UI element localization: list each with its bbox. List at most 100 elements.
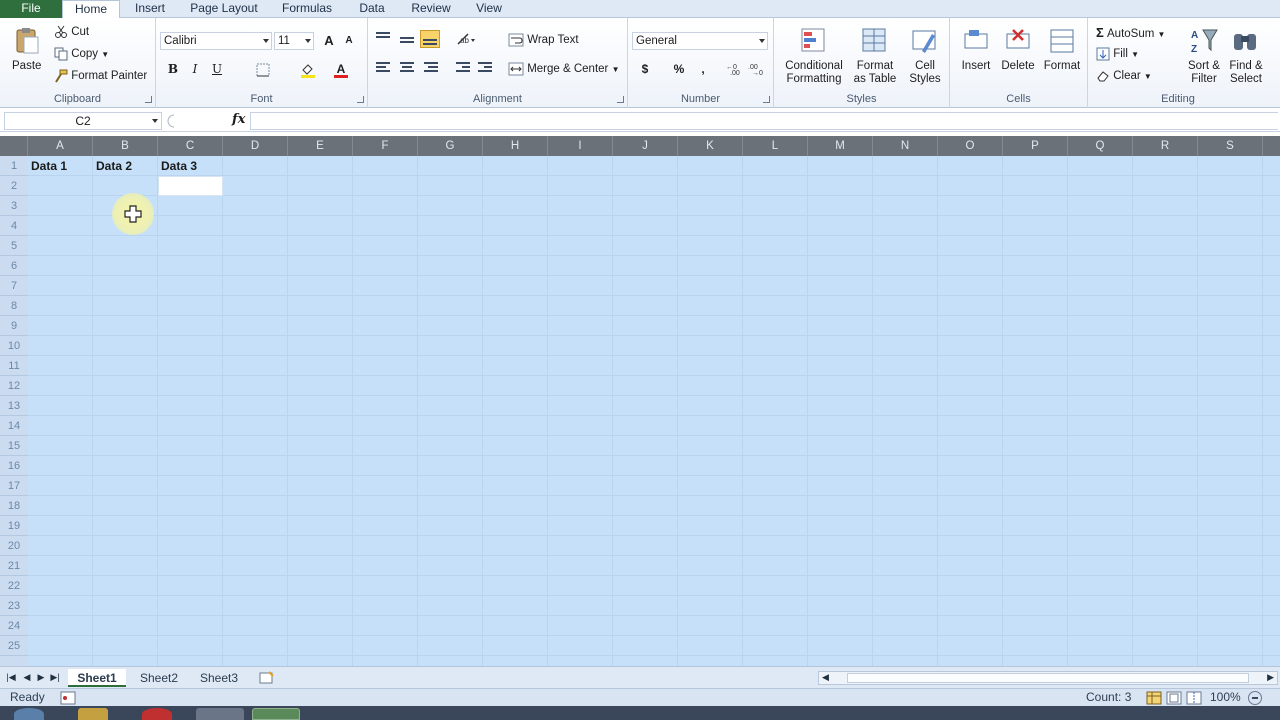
tab-data[interactable]: Data	[348, 0, 396, 18]
column-header-b[interactable]: B	[93, 136, 158, 156]
row-header-15[interactable]: 15	[0, 436, 28, 456]
row-header-6[interactable]: 6	[0, 256, 28, 276]
merge-center-button[interactable]: Merge & Center ▼	[508, 62, 620, 76]
column-header-o[interactable]: O	[938, 136, 1003, 156]
align-right-icon[interactable]	[424, 62, 438, 74]
clipboard-launcher-icon[interactable]	[145, 96, 152, 103]
row-header-10[interactable]: 10	[0, 336, 28, 356]
cell-b1[interactable]: Data 2	[93, 156, 158, 176]
normal-view-icon[interactable]	[1146, 691, 1162, 705]
alignment-launcher-icon[interactable]	[617, 96, 624, 103]
sheet-tab-sheet3[interactable]: Sheet3	[192, 669, 246, 687]
column-header-p[interactable]: P	[1003, 136, 1068, 156]
row-header-11[interactable]: 11	[0, 356, 28, 376]
align-bottom-button[interactable]	[420, 30, 440, 48]
row-header-4[interactable]: 4	[0, 216, 28, 236]
macro-record-icon[interactable]	[60, 691, 76, 705]
column-header-k[interactable]: K	[678, 136, 743, 156]
column-header-l[interactable]: L	[743, 136, 808, 156]
fill-color-icon[interactable]	[300, 62, 316, 78]
clear-button[interactable]: Clear ▼	[1096, 69, 1152, 83]
autosum-button[interactable]: Σ AutoSum ▼	[1096, 25, 1165, 40]
excel-taskbar-icon[interactable]	[252, 708, 300, 720]
column-header-f[interactable]: F	[353, 136, 418, 156]
comma-button[interactable]: ,	[694, 60, 712, 78]
row-header-5[interactable]: 5	[0, 236, 28, 256]
align-left-icon[interactable]	[376, 62, 390, 74]
row-header-7[interactable]: 7	[0, 276, 28, 296]
grow-font-button[interactable]: A	[320, 32, 338, 50]
align-middle-icon[interactable]	[400, 35, 414, 47]
row-header-9[interactable]: 9	[0, 316, 28, 336]
percent-button[interactable]: %	[670, 60, 688, 78]
column-header-h[interactable]: H	[483, 136, 548, 156]
column-header-a[interactable]: A	[28, 136, 93, 156]
row-header-19[interactable]: 19	[0, 516, 28, 536]
cell-styles-button[interactable]: Cell Styles	[902, 24, 948, 90]
insert-sheet-button[interactable]	[254, 669, 280, 687]
row-header-14[interactable]: 14	[0, 416, 28, 436]
zoom-level[interactable]: 100%	[1210, 690, 1241, 704]
cell-a1[interactable]: Data 1	[28, 156, 93, 176]
align-top-icon[interactable]	[376, 32, 390, 44]
format-painter-button[interactable]: Format Painter	[54, 69, 147, 83]
tab-review[interactable]: Review	[404, 0, 458, 18]
scroll-left-icon[interactable]: ◀	[822, 672, 829, 683]
page-layout-view-icon[interactable]	[1166, 691, 1182, 705]
sheet-tab-sheet2[interactable]: Sheet2	[132, 669, 186, 687]
first-sheet-icon[interactable]: |◀	[6, 672, 16, 684]
paste-button[interactable]: Paste	[8, 24, 46, 84]
delete-cells-button[interactable]: Delete	[998, 24, 1038, 90]
zoom-out-icon[interactable]	[1248, 691, 1262, 705]
last-sheet-icon[interactable]: ▶|	[50, 672, 60, 684]
sort-filter-button[interactable]: AZ Sort & Filter	[1184, 24, 1224, 90]
row-header-8[interactable]: 8	[0, 296, 28, 316]
column-header-j[interactable]: J	[613, 136, 678, 156]
copy-button[interactable]: Copy ▼	[54, 47, 109, 61]
column-header-i[interactable]: I	[548, 136, 613, 156]
orientation-icon[interactable]: ab	[456, 32, 478, 46]
italic-button[interactable]: I	[186, 60, 204, 78]
decrease-decimal-icon[interactable]: .00→0	[748, 62, 766, 76]
select-all-corner[interactable]	[0, 136, 28, 156]
explorer-taskbar-icon[interactable]	[78, 708, 108, 720]
row-header-21[interactable]: 21	[0, 556, 28, 576]
format-cells-button[interactable]: Format	[1040, 24, 1084, 90]
currency-button[interactable]: $	[636, 60, 654, 78]
sheet-tab-sheet1[interactable]: Sheet1	[68, 669, 126, 687]
format-as-table-button[interactable]: Format as Table	[850, 24, 900, 90]
column-header-s[interactable]: S	[1198, 136, 1263, 156]
row-header-1[interactable]: 1	[0, 156, 28, 176]
active-cell-c2[interactable]	[158, 176, 223, 196]
horizontal-scrollbar[interactable]: ◀ ▶	[818, 671, 1278, 685]
font-color-button[interactable]: A	[332, 60, 350, 78]
tab-file[interactable]: File	[0, 0, 62, 18]
font-size-dropdown[interactable]: 11	[274, 32, 314, 50]
insert-function-button[interactable]: fx	[232, 112, 248, 127]
row-header-24[interactable]: 24	[0, 616, 28, 636]
cut-button[interactable]: Cut	[54, 25, 89, 39]
browser-taskbar-icon[interactable]	[142, 708, 172, 720]
number-format-dropdown[interactable]: General	[632, 32, 768, 50]
row-header-20[interactable]: 20	[0, 536, 28, 556]
row-header-18[interactable]: 18	[0, 496, 28, 516]
tab-insert[interactable]: Insert	[122, 0, 178, 18]
column-header-c[interactable]: C	[158, 136, 223, 156]
tab-formulas[interactable]: Formulas	[274, 0, 340, 18]
column-header-g[interactable]: G	[418, 136, 483, 156]
find-select-button[interactable]: Find & Select	[1224, 24, 1268, 90]
number-launcher-icon[interactable]	[763, 96, 770, 103]
cell-c1[interactable]: Data 3	[158, 156, 223, 176]
row-header-12[interactable]: 12	[0, 376, 28, 396]
column-header-n[interactable]: N	[873, 136, 938, 156]
row-header-23[interactable]: 23	[0, 596, 28, 616]
row-header-17[interactable]: 17	[0, 476, 28, 496]
borders-icon[interactable]	[256, 63, 270, 77]
decrease-indent-icon[interactable]	[456, 62, 470, 74]
font-name-dropdown[interactable]: Calibri	[160, 32, 272, 50]
scroll-right-icon[interactable]: ▶	[1267, 672, 1274, 683]
start-button-icon[interactable]	[14, 708, 44, 720]
row-header-16[interactable]: 16	[0, 456, 28, 476]
column-header-e[interactable]: E	[288, 136, 353, 156]
page-break-view-icon[interactable]	[1186, 691, 1202, 705]
